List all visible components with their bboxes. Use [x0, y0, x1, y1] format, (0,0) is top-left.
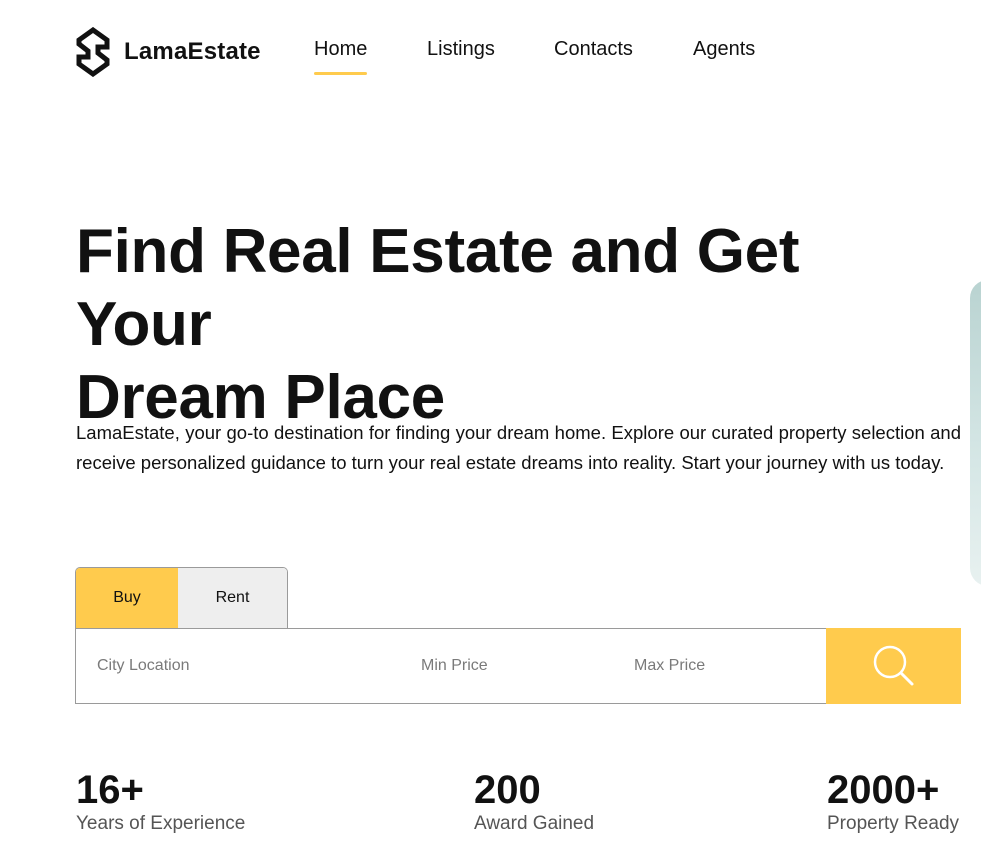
nav-listings-link[interactable]: Listings [427, 38, 495, 61]
logo[interactable]: LamaEstate [75, 27, 261, 77]
search-button[interactable] [826, 628, 961, 704]
page: LamaEstate Home Listings Contacts Agents… [0, 0, 981, 862]
stat-label: Property Ready [827, 813, 960, 834]
stat-value: 16+ [76, 768, 144, 812]
tab-buy[interactable]: Buy [76, 568, 178, 628]
stat-label: Years of Experience [76, 813, 246, 834]
max-price-input[interactable] [634, 629, 814, 703]
stat-value: 2000+ [827, 768, 940, 812]
logo-icon [76, 27, 110, 77]
stat-label: Award Gained [474, 813, 595, 834]
min-price-input[interactable] [421, 629, 611, 703]
navbar: LamaEstate Home Listings Contacts Agents [0, 0, 981, 105]
nav-home-link[interactable]: Home [314, 38, 368, 75]
search-bar [75, 628, 961, 704]
search-icon [873, 645, 913, 686]
city-location-input[interactable] [97, 629, 397, 703]
stat-properties: 2000+ Property Ready [827, 768, 959, 836]
nav-contacts-link[interactable]: Contacts [554, 38, 633, 61]
stat-experience: 16+ Years of Experience [76, 768, 245, 836]
hero-image-edge [970, 280, 981, 586]
hero-title: Find Real Estate and Get Your Dream Plac… [76, 215, 936, 434]
nav-agents-link[interactable]: Agents [693, 38, 755, 61]
hero-description: LamaEstate, your go-to destination for f… [76, 422, 961, 473]
tab-rent[interactable]: Rent [178, 568, 287, 628]
hero-title-line-1: Find Real Estate and Get Your [76, 217, 800, 359]
brand-name: LamaEstate [124, 38, 261, 65]
stat-value: 200 [474, 768, 541, 812]
search-tabs: Buy Rent [75, 567, 288, 628]
stat-awards: 200 Award Gained [474, 768, 594, 836]
